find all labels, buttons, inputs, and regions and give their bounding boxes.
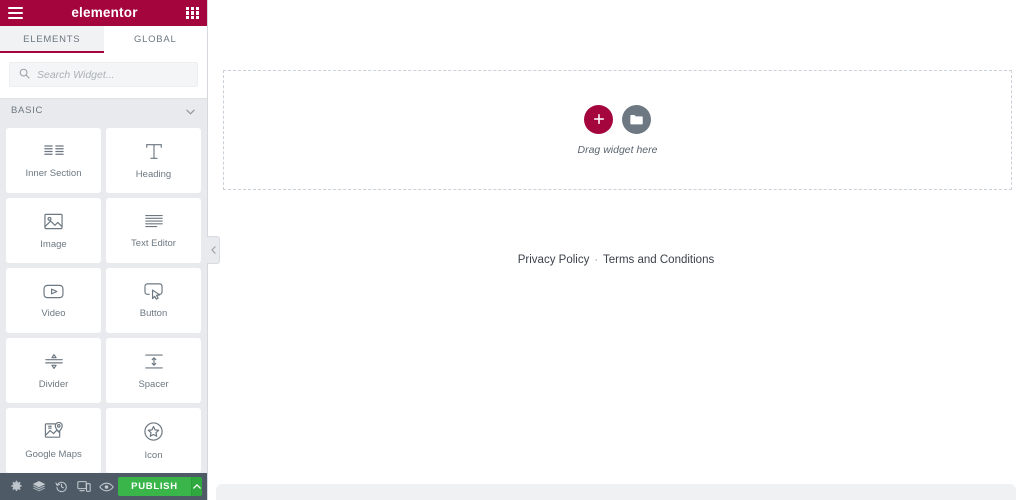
settings-icon[interactable]: [5, 473, 28, 500]
widget-label: Inner Section: [25, 167, 82, 179]
terms-and-conditions-link[interactable]: Terms and Conditions: [603, 254, 714, 266]
apps-grid-icon[interactable]: [185, 6, 199, 20]
spacer-icon: [143, 352, 165, 371]
tab-elements[interactable]: ELEMENTS: [0, 26, 104, 53]
search-input[interactable]: [37, 68, 188, 81]
widget-grid: Inner Section Heading Image Text Editor …: [6, 128, 201, 473]
editor-panel: elementor ELEMENTS GLOBAL Search Widget.…: [0, 0, 220, 500]
privacy-policy-link[interactable]: Privacy Policy: [518, 254, 590, 266]
drop-zone[interactable]: Drag widget here: [223, 70, 1012, 190]
elementor-logo: elementor: [71, 5, 138, 21]
drop-zone-actions: [584, 104, 651, 134]
widget-label: Video: [41, 307, 66, 319]
text-heading-icon: [144, 142, 164, 161]
add-section-button[interactable]: [584, 104, 613, 134]
category-label: BASIC: [11, 105, 44, 116]
panel-header: elementor: [0, 0, 207, 26]
site-footer: Privacy Policy · Terms and Conditions: [208, 254, 1024, 266]
hamburger-icon[interactable]: [8, 7, 23, 19]
panel-tabs: ELEMENTS GLOBAL: [0, 26, 207, 53]
widget-label: Google Maps: [25, 449, 82, 461]
panel-collapse-handle[interactable]: [207, 236, 220, 264]
widget-video[interactable]: Video: [6, 268, 101, 333]
caret-up-icon[interactable]: [190, 477, 202, 496]
tab-global[interactable]: GLOBAL: [103, 26, 207, 53]
search-box[interactable]: [9, 62, 198, 87]
widget-google-maps[interactable]: Google Maps: [6, 408, 101, 473]
widget-icon[interactable]: Icon: [106, 408, 201, 473]
category-basic[interactable]: BASIC: [0, 98, 207, 122]
publish-button[interactable]: PUBLISH: [118, 477, 191, 496]
page-canvas[interactable]: Drag widget here Privacy Policy · Terms …: [208, 0, 1024, 500]
history-icon[interactable]: [50, 473, 73, 500]
widget-label: Image: [40, 238, 67, 250]
divider-icon: [43, 352, 65, 371]
text-lines-icon: [143, 213, 165, 230]
widget-label: Divider: [38, 378, 69, 390]
widget-inner-section[interactable]: Inner Section: [6, 128, 101, 193]
search-section: [0, 53, 207, 98]
widget-divider[interactable]: Divider: [6, 338, 101, 403]
columns-icon: [43, 143, 65, 160]
widget-heading[interactable]: Heading: [106, 128, 201, 193]
navigator-layers-icon[interactable]: [28, 473, 51, 500]
widget-spacer[interactable]: Spacer: [106, 338, 201, 403]
map-pin-icon: [43, 421, 65, 441]
widget-button[interactable]: Button: [106, 268, 201, 333]
preview-eye-icon[interactable]: [96, 473, 119, 500]
widget-image[interactable]: Image: [6, 198, 101, 263]
canvas-bottom-bar: [216, 484, 1016, 500]
publish-group: PUBLISH: [118, 477, 202, 496]
add-template-button[interactable]: [622, 104, 651, 134]
button-cursor-icon: [142, 282, 165, 300]
widget-label: Spacer: [138, 378, 169, 390]
widget-label: Button: [139, 308, 168, 320]
video-play-icon: [42, 283, 65, 300]
footer-separator: ·: [594, 254, 598, 266]
image-icon: [43, 212, 64, 231]
search-icon: [19, 66, 30, 84]
responsive-mode-icon[interactable]: [73, 473, 96, 500]
widget-label: Icon: [144, 449, 163, 461]
star-circle-icon: [143, 421, 164, 442]
widget-label: Heading: [135, 168, 172, 180]
widget-text-editor[interactable]: Text Editor: [106, 198, 201, 263]
drop-zone-label: Drag widget here: [577, 143, 658, 156]
panel-footer-toolbar: PUBLISH: [0, 473, 207, 500]
widget-list[interactable]: Inner Section Heading Image Text Editor …: [0, 122, 207, 473]
elementor-editor: elementor ELEMENTS GLOBAL Search Widget.…: [0, 0, 1024, 500]
widget-label: Text Editor: [131, 237, 176, 249]
chevron-down-icon: [186, 102, 195, 120]
